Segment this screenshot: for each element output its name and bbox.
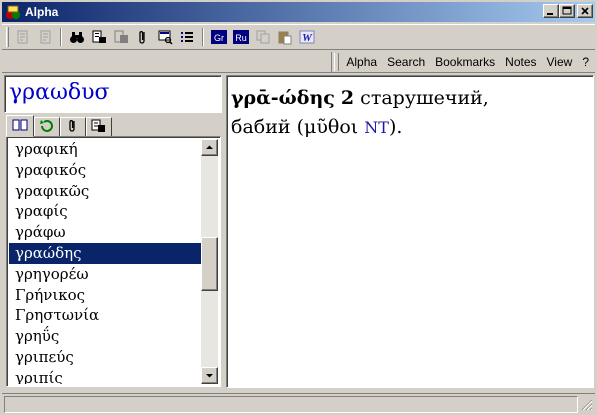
copy-icon bbox=[255, 29, 271, 45]
attach-button[interactable] bbox=[132, 26, 154, 48]
forward-page-button[interactable] bbox=[34, 26, 56, 48]
main-toolbar: Gr Ru W bbox=[2, 24, 595, 50]
menu-toolbar: Alpha Search Bookmarks Notes View ? bbox=[2, 51, 595, 73]
scroll-thumb[interactable] bbox=[201, 237, 218, 291]
menu-bookmarks[interactable]: Bookmarks bbox=[435, 55, 495, 69]
toolbar-separator bbox=[202, 28, 204, 46]
forward-page-icon bbox=[37, 29, 53, 45]
list-item[interactable]: Γρήνικος bbox=[9, 285, 201, 306]
tab-dictionaries[interactable] bbox=[86, 117, 112, 137]
minimize-button[interactable] bbox=[543, 4, 559, 18]
menu-help[interactable]: ? bbox=[582, 55, 589, 69]
list-item[interactable]: γραφική bbox=[9, 139, 201, 160]
list-item[interactable]: Γρηστωνία bbox=[9, 305, 201, 326]
window-title: Alpha bbox=[25, 5, 59, 19]
tab-dictionary-list[interactable] bbox=[6, 115, 34, 137]
left-tabs bbox=[6, 115, 112, 137]
history-icon bbox=[39, 119, 55, 136]
maximize-button[interactable] bbox=[559, 4, 575, 18]
list-item[interactable]: γραώδης bbox=[9, 242, 201, 264]
word-list-scrollbar[interactable] bbox=[201, 139, 218, 384]
status-bar bbox=[2, 393, 595, 413]
translation: старушечий, bbox=[360, 87, 489, 109]
app-alpha-icon[interactable] bbox=[5, 4, 21, 20]
list-item[interactable]: γράφω bbox=[9, 222, 201, 243]
triangle-down-icon bbox=[206, 374, 213, 378]
menu-search[interactable]: Search bbox=[387, 55, 425, 69]
word-export-button[interactable]: W bbox=[296, 26, 318, 48]
screen-search-button[interactable] bbox=[154, 26, 176, 48]
russian-button[interactable]: Ru bbox=[230, 26, 252, 48]
tab-attachments[interactable] bbox=[60, 117, 86, 137]
screen-search-icon bbox=[157, 29, 173, 45]
copy-button[interactable] bbox=[252, 26, 274, 48]
paste-icon bbox=[277, 29, 293, 45]
close-button[interactable] bbox=[577, 4, 593, 18]
closing-punct: ). bbox=[388, 116, 403, 138]
source-abbreviation[interactable]: NT bbox=[364, 118, 389, 137]
list-item[interactable]: γριπίς bbox=[9, 368, 201, 384]
russian-icon: Ru bbox=[233, 30, 249, 44]
dictionary-copy-icon bbox=[113, 29, 129, 45]
scroll-down-button[interactable] bbox=[201, 367, 218, 384]
list-item[interactable]: γρηΰς bbox=[9, 326, 201, 347]
caption-buttons bbox=[543, 4, 593, 18]
minimize-icon bbox=[544, 5, 558, 17]
find-button[interactable] bbox=[66, 26, 88, 48]
list-item[interactable]: γραφικῶς bbox=[9, 181, 201, 202]
article-line-1: γρᾱ-ώδης 2 старушечий, bbox=[231, 84, 587, 113]
paste-button[interactable] bbox=[274, 26, 296, 48]
russian-label: Ru bbox=[235, 33, 247, 43]
app-window: Alpha Gr Ru W Alpha Search Bookmarks Not… bbox=[0, 0, 597, 415]
binoculars-icon bbox=[69, 29, 85, 45]
toolbar-separator bbox=[60, 28, 62, 46]
greek-button[interactable]: Gr bbox=[208, 26, 230, 48]
title-bar[interactable]: Alpha bbox=[2, 2, 595, 22]
dictionary-copy-button[interactable] bbox=[110, 26, 132, 48]
list-icon bbox=[179, 29, 195, 45]
menu-view[interactable]: View bbox=[547, 55, 573, 69]
word-icon: W bbox=[299, 30, 315, 44]
search-input[interactable]: γραωδυσ bbox=[4, 75, 222, 113]
back-page-icon bbox=[15, 29, 31, 45]
dictionary-search-button[interactable] bbox=[88, 26, 110, 48]
list-item[interactable]: γραφικός bbox=[9, 160, 201, 181]
headword: γρᾱ-ώδης bbox=[231, 87, 335, 109]
sense-number: 2 bbox=[340, 87, 355, 109]
list-item[interactable]: γριπεύς bbox=[9, 347, 201, 368]
word-label: W bbox=[302, 32, 313, 44]
list-button[interactable] bbox=[176, 26, 198, 48]
paperclip-icon bbox=[65, 119, 81, 136]
word-list-frame: γραφική γραφικός γραφικῶς γραφίς γράφω γραώδη… bbox=[6, 136, 221, 387]
toolbar-grip[interactable] bbox=[6, 27, 9, 47]
status-field bbox=[4, 396, 578, 413]
menu-notes[interactable]: Notes bbox=[505, 55, 536, 69]
article-view: γρᾱ-ώδης 2 старушечий, бабий (μῦθοι NT). bbox=[226, 75, 594, 388]
scroll-up-button[interactable] bbox=[201, 139, 218, 156]
greek-label: Gr bbox=[214, 33, 224, 43]
menu-bar: Alpha Search Bookmarks Notes View ? bbox=[331, 52, 589, 72]
dictionary-icon bbox=[91, 119, 107, 136]
close-icon bbox=[578, 5, 592, 17]
tab-history[interactable] bbox=[34, 117, 60, 137]
book-icon bbox=[12, 118, 28, 135]
resize-grip[interactable] bbox=[581, 399, 593, 411]
list-item[interactable]: γρηγορέω bbox=[9, 264, 201, 285]
back-page-button[interactable] bbox=[12, 26, 34, 48]
maximize-icon bbox=[560, 5, 574, 17]
triangle-up-icon bbox=[206, 145, 213, 149]
dictionary-search-icon bbox=[91, 29, 107, 45]
paperclip-icon bbox=[135, 29, 151, 45]
article-line-2: бабий (μῦθοι NT). bbox=[231, 113, 587, 142]
word-list[interactable]: γραφική γραφικός γραφικῶς γραφίς γράφω γραώδη… bbox=[9, 139, 201, 384]
translation-cont: бабий (μῦθοι bbox=[231, 116, 365, 138]
menu-alpha[interactable]: Alpha bbox=[346, 55, 377, 69]
list-item[interactable]: γραφίς bbox=[9, 201, 201, 222]
greek-icon: Gr bbox=[211, 30, 227, 44]
